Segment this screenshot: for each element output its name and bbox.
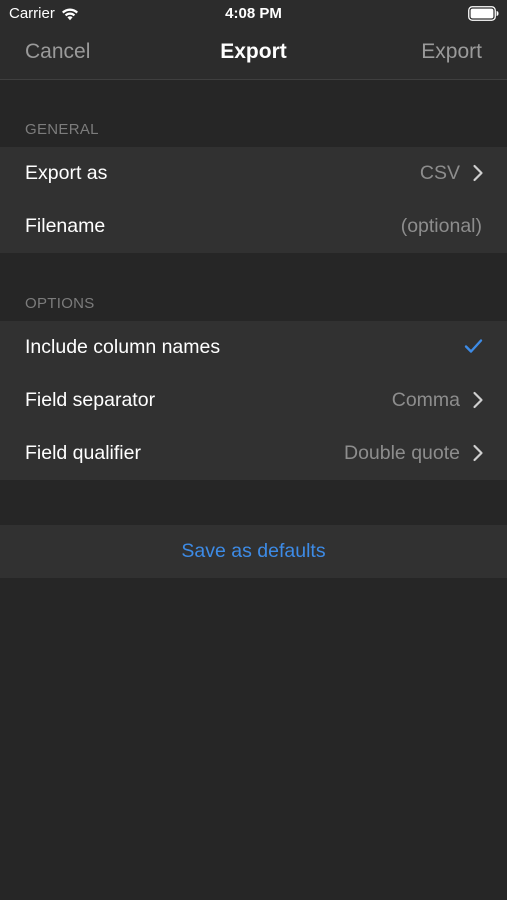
- field-qualifier-row[interactable]: Field qualifier Double quote: [0, 427, 507, 480]
- filename-row[interactable]: Filename (optional): [0, 200, 507, 253]
- checkmark-icon: [464, 339, 483, 353]
- include-column-names-row[interactable]: Include column names: [0, 321, 507, 374]
- battery-icon: [468, 6, 499, 21]
- field-separator-label: Field separator: [25, 389, 156, 411]
- field-qualifier-value: Double quote: [343, 442, 460, 464]
- field-separator-value: Comma: [391, 389, 460, 411]
- section-header-options: OPTIONS: [25, 295, 95, 312]
- export-as-value: CSV: [419, 162, 460, 184]
- include-column-names-label: Include column names: [25, 336, 221, 358]
- chevron-right-icon: [473, 164, 483, 182]
- filename-field[interactable]: (optional): [401, 215, 482, 238]
- chevron-right-icon: [473, 391, 483, 409]
- status-time: 4:08 PM: [225, 5, 282, 22]
- field-separator-row[interactable]: Field separator Comma: [0, 374, 507, 427]
- navigation-bar: Cancel Export Export: [0, 28, 507, 80]
- section-header-general: GENERAL: [25, 121, 99, 138]
- general-group: Export as CSV Filename (optional): [0, 147, 507, 253]
- export-as-label: Export as: [25, 162, 108, 184]
- filename-label: Filename: [25, 215, 106, 237]
- field-qualifier-label: Field qualifier: [25, 442, 141, 464]
- save-as-defaults-button[interactable]: Save as defaults: [0, 540, 507, 563]
- export-button[interactable]: Export: [421, 40, 482, 64]
- actions-group: Save as defaults: [0, 525, 507, 578]
- chevron-right-icon: [473, 444, 483, 462]
- export-as-row[interactable]: Export as CSV: [0, 147, 507, 200]
- status-bar: Carrier 4:08 PM: [0, 0, 507, 28]
- options-group: Include column names Field separator Com…: [0, 321, 507, 480]
